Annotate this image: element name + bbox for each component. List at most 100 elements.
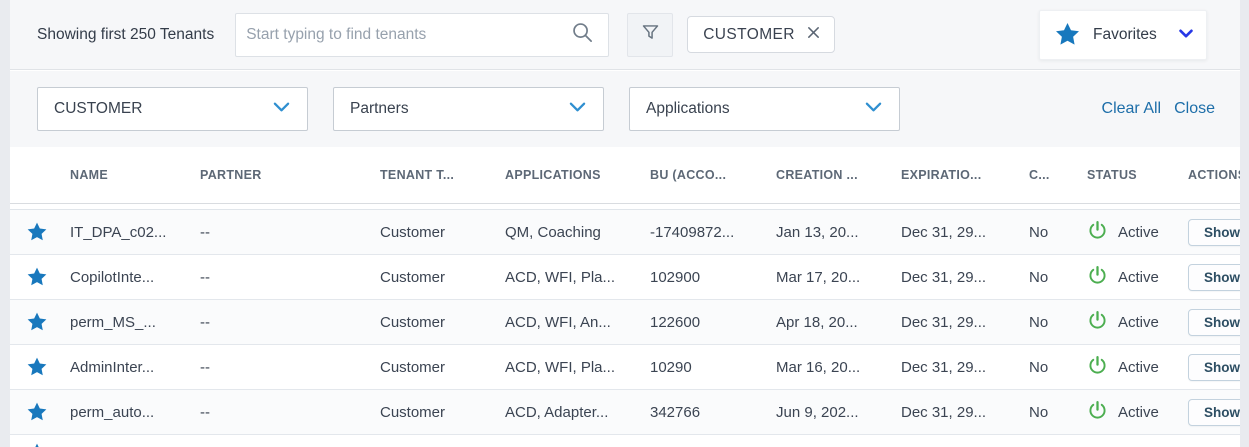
funnel-icon (640, 22, 661, 48)
dropdown-partners-value: Partners (350, 100, 409, 118)
column-header-expiration[interactable]: EXPIRATIO... (901, 168, 1029, 182)
close-icon[interactable] (806, 25, 821, 45)
column-header-status[interactable]: STATUS (1087, 168, 1188, 182)
tenant-management-screen: Showing first 250 Tenants CUSTOMER (0, 0, 1249, 447)
cell-c: No (1029, 359, 1087, 376)
cell-creation: Mar 16, 20... (776, 359, 901, 376)
power-icon (1087, 265, 1108, 290)
favorite-star-icon[interactable] (10, 401, 70, 423)
column-header-applications[interactable]: APPLICATIONS (505, 168, 650, 182)
favorites-dropdown[interactable]: Favorites (1039, 10, 1207, 60)
favorite-star-icon[interactable] (10, 435, 70, 447)
cell-c: No (1029, 404, 1087, 421)
dropdown-applications[interactable]: Applications (629, 87, 900, 131)
table-row[interactable]: CopilotInte... -- Customer ACD, WFI, Pla… (10, 255, 1240, 300)
dropdown-partners[interactable]: Partners (333, 87, 604, 131)
cell-partner: -- (200, 359, 380, 376)
chevron-down-icon (273, 100, 290, 118)
table-row[interactable]: perm_MS_... -- Customer ACD, WFI, An... … (10, 300, 1240, 345)
search-icon[interactable] (571, 21, 594, 49)
favorite-star-icon[interactable] (10, 311, 70, 333)
table-row[interactable] (10, 435, 1240, 447)
dropdown-tenant-type[interactable]: CUSTOMER (37, 87, 308, 131)
cell-expiration: Dec 31, 29... (901, 314, 1029, 331)
filter-panel: CUSTOMER Partners Applications (10, 71, 1240, 147)
status-label: Active (1118, 359, 1159, 376)
table-row[interactable]: IT_DPA_c02... -- Customer QM, Coaching -… (10, 210, 1240, 255)
cell-expiration: Dec 31, 29... (901, 269, 1029, 286)
show-button[interactable]: Show (1188, 354, 1240, 381)
cell-name[interactable]: AdminInter... (70, 359, 200, 376)
table-row[interactable]: AdminInter... -- Customer ACD, WFI, Pla.… (10, 345, 1240, 390)
showing-tenants-label: Showing first 250 Tenants (37, 26, 214, 44)
content-panel: Showing first 250 Tenants CUSTOMER (10, 0, 1240, 447)
cell-c: No (1029, 224, 1087, 241)
cell-name[interactable]: perm_MS_... (70, 314, 200, 331)
cell-applications: ACD, WFI, Pla... (505, 359, 650, 376)
column-header-partner[interactable]: PARTNER (200, 168, 380, 182)
cell-bu: 102900 (650, 269, 776, 286)
cell-bu: 342766 (650, 404, 776, 421)
cell-c: No (1029, 314, 1087, 331)
cell-name[interactable]: perm_auto... (70, 404, 200, 421)
cell-expiration: Dec 31, 29... (901, 359, 1029, 376)
close-link[interactable]: Close (1174, 100, 1215, 118)
cell-name[interactable]: IT_DPA_c02... (70, 224, 200, 241)
cell-applications: ACD, Adapter... (505, 404, 650, 421)
clear-all-link[interactable]: Clear All (1102, 100, 1162, 118)
cell-actions: Show (1188, 309, 1240, 336)
top-toolbar: Showing first 250 Tenants CUSTOMER (10, 0, 1240, 70)
filter-chip-label: CUSTOMER (703, 26, 795, 44)
cell-partner: -- (200, 314, 380, 331)
column-header-creation[interactable]: CREATION ... (776, 168, 901, 182)
cell-status: Active (1087, 355, 1188, 380)
power-icon (1087, 355, 1108, 380)
power-icon (1087, 310, 1108, 335)
favorite-star-icon[interactable] (10, 266, 70, 288)
cell-c: No (1029, 269, 1087, 286)
show-button[interactable]: Show (1188, 309, 1240, 336)
favorite-star-icon[interactable] (10, 221, 70, 243)
column-header-tenant-type[interactable]: TENANT T... (380, 168, 505, 182)
chevron-down-icon (1179, 26, 1193, 44)
cell-tenant-type: Customer (380, 359, 505, 376)
favorite-star-icon[interactable] (10, 356, 70, 378)
show-button[interactable]: Show (1188, 399, 1240, 426)
cell-name[interactable]: CopilotInte... (70, 269, 200, 286)
cell-partner: -- (200, 269, 380, 286)
status-label: Active (1118, 269, 1159, 286)
cell-tenant-type: Customer (380, 224, 505, 241)
cell-applications: ACD, WFI, Pla... (505, 269, 650, 286)
cell-bu: 122600 (650, 314, 776, 331)
status-label: Active (1118, 224, 1159, 241)
cell-actions: Show (1188, 264, 1240, 291)
column-header-c[interactable]: C... (1029, 168, 1087, 182)
cell-bu: 10290 (650, 359, 776, 376)
filter-toggle-button[interactable] (627, 13, 673, 57)
cell-status: Active (1087, 400, 1188, 425)
column-header-actions[interactable]: ACTIONS (1188, 168, 1240, 182)
table-body: IT_DPA_c02... -- Customer QM, Coaching -… (10, 209, 1240, 447)
show-button[interactable]: Show (1188, 219, 1240, 246)
table-header: NAME PARTNER TENANT T... APPLICATIONS BU… (10, 147, 1240, 204)
column-header-name[interactable]: NAME (70, 168, 200, 182)
power-icon (1087, 400, 1108, 425)
show-button[interactable]: Show (1188, 264, 1240, 291)
filter-chip-customer[interactable]: CUSTOMER (687, 16, 835, 53)
cell-actions: Show (1188, 354, 1240, 381)
cell-expiration: Dec 31, 29... (901, 404, 1029, 421)
column-header-bu-account[interactable]: BU (ACCO... (650, 168, 776, 182)
cell-applications: QM, Coaching (505, 224, 650, 241)
tenant-search-box[interactable] (235, 13, 609, 57)
cell-creation: Mar 17, 20... (776, 269, 901, 286)
dropdown-tenant-type-value: CUSTOMER (54, 100, 142, 118)
table-row[interactable]: perm_auto... -- Customer ACD, Adapter...… (10, 390, 1240, 435)
search-input[interactable] (246, 26, 571, 44)
cell-status: Active (1087, 310, 1188, 335)
cell-tenant-type: Customer (380, 269, 505, 286)
cell-tenant-type: Customer (380, 314, 505, 331)
cell-partner: -- (200, 224, 380, 241)
power-icon (1087, 220, 1108, 245)
cell-applications: ACD, WFI, An... (505, 314, 650, 331)
cell-partner: -- (200, 404, 380, 421)
